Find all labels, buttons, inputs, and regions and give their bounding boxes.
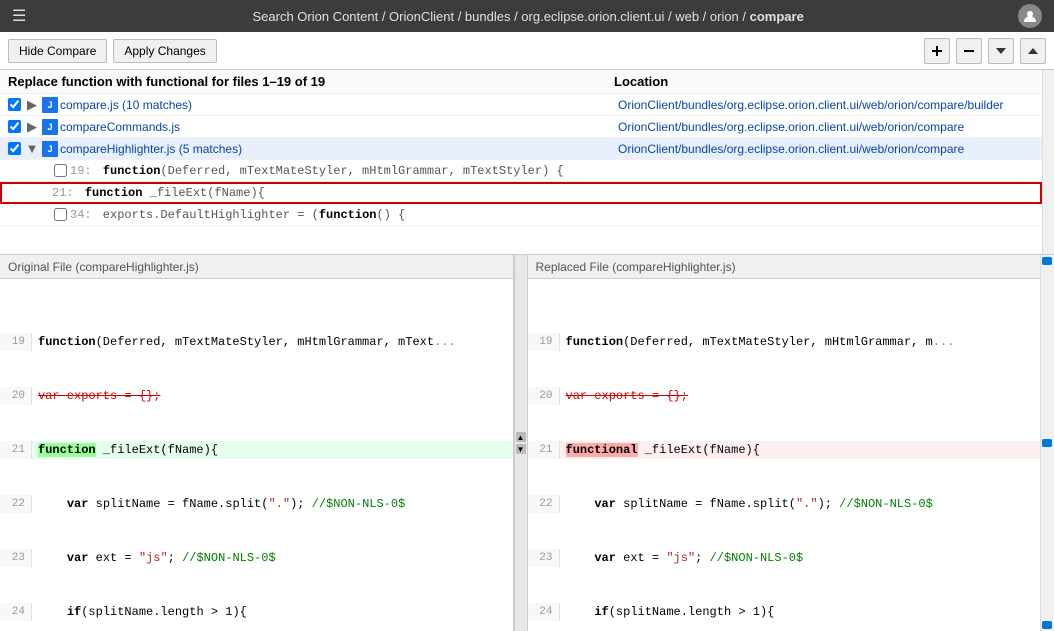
panel-divider: ▲ ▼	[514, 255, 528, 631]
left-line-21: 21 function _fileExt(fName){	[0, 441, 513, 459]
left-line-24: 24 if(splitName.length > 1){	[0, 603, 513, 621]
arrow-up-icon-button[interactable]	[1020, 38, 1046, 64]
results-pane: Replace function with functional for fil…	[0, 70, 1054, 255]
file-link-2[interactable]: compareCommands.js	[60, 120, 180, 134]
match-checkbox-34[interactable]	[54, 208, 67, 221]
file-checkbox-3[interactable]	[8, 142, 21, 155]
js-file-icon-2: J	[42, 119, 58, 135]
file-name-2: compareCommands.js	[60, 120, 618, 134]
file-icon-col-2: J	[40, 119, 60, 135]
file-icon-col-3: J	[40, 141, 60, 157]
file-path-link-2[interactable]: OrionClient/bundles/org.eclipse.orion.cl…	[618, 120, 964, 134]
match-checkbox-19[interactable]	[54, 164, 67, 177]
match-row-19[interactable]: 19: function(Deferred, mTextMateStyler, …	[0, 160, 1042, 182]
results-header: Replace function with functional for fil…	[0, 70, 1042, 94]
file-checkbox-1[interactable]	[8, 98, 21, 111]
breadcrumb: Search Orion Content / OrionClient / bun…	[38, 9, 1018, 24]
match-content-34: 34: exports.DefaultHighlighter = (functi…	[70, 208, 1038, 222]
right-scrollbar[interactable]	[1040, 255, 1054, 631]
right-code-container[interactable]: 19 function(Deferred, mTextMateStyler, m…	[528, 279, 1041, 631]
add-icon-button[interactable]	[924, 38, 950, 64]
compare-area: Original File (compareHighlighter.js) 19…	[0, 255, 1054, 631]
divider-up-arrow[interactable]: ▲	[516, 432, 526, 442]
right-line-20: 20 var exports = {};	[528, 387, 1041, 405]
left-panel-header: Original File (compareHighlighter.js)	[0, 255, 513, 279]
left-line-23: 23 var ext = "js"; //$NON-NLS-0$	[0, 549, 513, 567]
right-panel: Replaced File (compareHighlighter.js) 19…	[528, 255, 1041, 631]
file-row-compare-js[interactable]: ▶ J compare.js (10 matches) OrionClient/…	[0, 94, 1042, 116]
match-check-19[interactable]	[50, 164, 70, 177]
right-panel-title: Replaced File (compareHighlighter.js)	[536, 260, 736, 274]
right-line-22: 22 var splitName = fName.split("."); //$…	[528, 495, 1041, 513]
file-checkbox-2[interactable]	[8, 120, 21, 133]
file-location-1: OrionClient/bundles/org.eclipse.orion.cl…	[618, 98, 1038, 112]
file-link-1[interactable]: compare.js (10 matches)	[60, 98, 192, 112]
right-line-23: 23 var ext = "js"; //$NON-NLS-0$	[528, 549, 1041, 567]
left-panel-title: Original File (compareHighlighter.js)	[8, 260, 199, 274]
js-file-icon-3: J	[42, 141, 58, 157]
left-line-22: 22 var splitName = fName.split("."); //$…	[0, 495, 513, 513]
hamburger-menu[interactable]: ☰	[12, 6, 26, 26]
left-line-19: 19 function(Deferred, mTextMateStyler, m…	[0, 333, 513, 351]
left-line-20: 20 var exports = {};	[0, 387, 513, 405]
file-row-comparecommands-js[interactable]: ▶ J compareCommands.js OrionClient/bundl…	[0, 116, 1042, 138]
expand-col-2[interactable]: ▶	[24, 119, 40, 135]
apply-changes-button[interactable]: Apply Changes	[113, 39, 216, 63]
file-name-1: compare.js (10 matches)	[60, 98, 618, 112]
divider-down-arrow[interactable]: ▼	[516, 444, 526, 454]
right-panel-header: Replaced File (compareHighlighter.js)	[528, 255, 1041, 279]
breadcrumb-text: Search Orion Content / OrionClient / bun…	[252, 9, 803, 24]
file-name-3: compareHighlighter.js (5 matches)	[60, 142, 618, 156]
left-panel: Original File (compareHighlighter.js) 19…	[0, 255, 514, 631]
right-line-19: 19 function(Deferred, mTextMateStyler, m…	[528, 333, 1041, 351]
file-link-3[interactable]: compareHighlighter.js (5 matches)	[60, 142, 242, 156]
right-code-lines: 19 function(Deferred, mTextMateStyler, m…	[528, 279, 1041, 631]
location-header: Location	[614, 74, 1034, 89]
right-line-24: 24 if(splitName.length > 1){	[528, 603, 1041, 621]
file-path-link-3[interactable]: OrionClient/bundles/org.eclipse.orion.cl…	[618, 142, 964, 156]
file-location-3: OrionClient/bundles/org.eclipse.orion.cl…	[618, 142, 1038, 156]
right-line-21: 21 functional _fileExt(fName){	[528, 441, 1041, 459]
left-code-container[interactable]: 19 function(Deferred, mTextMateStyler, m…	[0, 279, 513, 631]
arrow-down-icon-button[interactable]	[988, 38, 1014, 64]
match-row-34[interactable]: 34: exports.DefaultHighlighter = (functi…	[0, 204, 1042, 226]
left-code-lines: 19 function(Deferred, mTextMateStyler, m…	[0, 279, 513, 631]
match-check-34[interactable]	[50, 208, 70, 221]
scrollbar-thumb-top	[1042, 257, 1052, 265]
results-scrollbar[interactable]	[1042, 70, 1054, 254]
expand-col[interactable]: ▶	[24, 97, 40, 113]
results-list: Replace function with functional for fil…	[0, 70, 1042, 254]
checkbox-col-3[interactable]	[4, 142, 24, 155]
file-icon-col: J	[40, 97, 60, 113]
toolbar: Hide Compare Apply Changes	[0, 32, 1054, 70]
file-row-comparehighlighter-js[interactable]: ▼ J compareHighlighter.js (5 matches) Or…	[0, 138, 1042, 160]
file-path-link-1[interactable]: OrionClient/bundles/org.eclipse.orion.cl…	[618, 98, 1004, 112]
scrollbar-thumb-mid	[1042, 439, 1052, 447]
replace-header: Replace function with functional for fil…	[8, 74, 614, 89]
top-bar: ☰ Search Orion Content / OrionClient / b…	[0, 0, 1054, 32]
checkbox-col[interactable]	[4, 98, 24, 111]
match-content-21: 21: function _fileExt(fName){	[52, 186, 1036, 200]
hide-compare-button[interactable]: Hide Compare	[8, 39, 107, 63]
scrollbar-thumb-bottom	[1042, 621, 1052, 629]
expand-col-3[interactable]: ▼	[24, 141, 40, 156]
remove-icon-button[interactable]	[956, 38, 982, 64]
file-location-2: OrionClient/bundles/org.eclipse.orion.cl…	[618, 120, 1038, 134]
user-avatar[interactable]	[1018, 4, 1042, 28]
match-content-19: 19: function(Deferred, mTextMateStyler, …	[70, 164, 1038, 178]
js-file-icon: J	[42, 97, 58, 113]
checkbox-col-2[interactable]	[4, 120, 24, 133]
match-row-21[interactable]: 21: function _fileExt(fName){	[0, 182, 1042, 204]
